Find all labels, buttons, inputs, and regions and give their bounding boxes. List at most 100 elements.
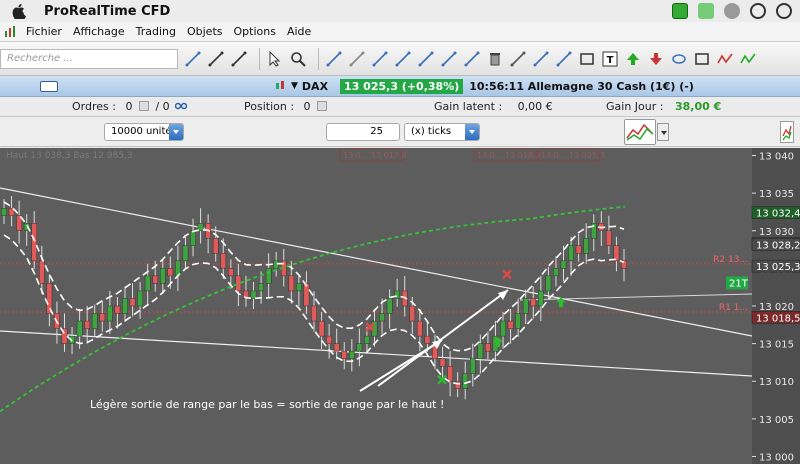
menu-options[interactable]: Options bbox=[234, 25, 276, 38]
faded-value-label: 13 0... 13 012,8 bbox=[343, 151, 407, 160]
svg-text:T: T bbox=[607, 55, 614, 66]
zigzag2-icon[interactable] bbox=[739, 50, 757, 68]
candle-down bbox=[99, 313, 106, 322]
candle-up bbox=[462, 373, 469, 389]
magnify-icon[interactable] bbox=[289, 50, 307, 68]
channel-icon[interactable] bbox=[463, 50, 481, 68]
menu-trading[interactable]: Trading bbox=[136, 25, 176, 38]
creative-cloud-icon[interactable] bbox=[724, 3, 740, 19]
hand-icon[interactable] bbox=[230, 50, 248, 68]
candle-up bbox=[356, 343, 363, 352]
price-chart[interactable]: R2 13... R1 1... 13 040 13 035 13 030 13 025… bbox=[0, 148, 800, 464]
chart-svg[interactable]: R2 13... R1 1... 13 040 13 035 13 030 13 025… bbox=[0, 148, 800, 464]
keyboard-icon[interactable] bbox=[40, 80, 58, 92]
candle-up bbox=[76, 320, 83, 337]
link-icon[interactable] bbox=[174, 101, 188, 111]
candle-down bbox=[439, 358, 446, 367]
candle-down bbox=[424, 335, 431, 344]
chart-type-dropdown-icon[interactable] bbox=[657, 123, 669, 141]
candle-down bbox=[318, 320, 325, 337]
candle-up bbox=[522, 298, 529, 314]
candle-down bbox=[507, 320, 514, 329]
candle-up bbox=[137, 290, 143, 307]
candle-down bbox=[114, 305, 121, 314]
position-label: Position : bbox=[244, 100, 295, 113]
dropdown-arrow-icon: ▼ bbox=[291, 81, 298, 91]
position-box-icon[interactable] bbox=[317, 101, 328, 111]
candle-down bbox=[530, 298, 537, 307]
candle-up bbox=[553, 268, 559, 277]
ticker-bar: ▼ DAX 13 025,3 (+0,38%) 10:56:11 Allemag… bbox=[0, 76, 800, 97]
apple-icon[interactable] bbox=[12, 3, 26, 19]
candle-up bbox=[349, 350, 355, 359]
candle-down bbox=[311, 305, 317, 322]
candle-up bbox=[379, 313, 385, 322]
prorealtime-logo-icon bbox=[4, 25, 18, 39]
units-dropdown-icon[interactable] bbox=[169, 124, 183, 140]
menu-aide[interactable]: Aide bbox=[287, 25, 311, 38]
ticks-unit-dropdown-icon[interactable] bbox=[465, 124, 479, 140]
gain-jour-value: 38,00 € bbox=[674, 100, 722, 113]
ticks-value: 25 bbox=[370, 126, 383, 137]
chart-type-button[interactable] bbox=[624, 119, 656, 145]
candle-up bbox=[144, 275, 151, 292]
halfline-icon[interactable] bbox=[417, 50, 435, 68]
y-tick-label: 13 030 bbox=[759, 227, 794, 238]
zigzag-icon[interactable] bbox=[716, 50, 734, 68]
search-input[interactable]: Recherche ... bbox=[0, 48, 178, 69]
evernote-icon[interactable] bbox=[698, 3, 714, 19]
faded-value-label: 13 0... 13 018,3 bbox=[477, 151, 541, 160]
candle-down bbox=[84, 320, 90, 329]
cycle-icon[interactable] bbox=[670, 50, 688, 68]
arrow-down-icon[interactable] bbox=[647, 50, 665, 68]
menu-affichage[interactable]: Affichage bbox=[73, 25, 125, 38]
app-name[interactable]: ProRealTime CFD bbox=[44, 4, 170, 19]
box-icon[interactable] bbox=[693, 50, 711, 68]
candle-down bbox=[235, 275, 242, 292]
candle-up bbox=[258, 283, 264, 292]
timer-label: 21T bbox=[729, 278, 749, 289]
rectangle-icon[interactable] bbox=[578, 50, 596, 68]
chart-settings-icon[interactable] bbox=[780, 121, 794, 143]
toolbar-separator bbox=[318, 47, 319, 70]
units-select[interactable]: 10000 unités bbox=[104, 123, 184, 141]
chart-annotation-text: Légère sortie de range par le bas = sort… bbox=[90, 398, 444, 411]
line-icon[interactable] bbox=[394, 50, 412, 68]
hammer-icon[interactable] bbox=[509, 50, 527, 68]
app-status-icon[interactable] bbox=[672, 3, 688, 19]
price-tag-label: 13 028,2 bbox=[756, 240, 800, 251]
app-menu-bar: Fichier Affichage Trading Objets Options… bbox=[0, 22, 800, 42]
instrument-selector[interactable]: ▼ DAX bbox=[274, 80, 328, 93]
circle-icon[interactable] bbox=[750, 3, 766, 19]
ordres-box-icon[interactable] bbox=[138, 101, 149, 111]
menu-fichier[interactable]: Fichier bbox=[26, 25, 62, 38]
chart-search-icon[interactable] bbox=[184, 50, 202, 68]
position-value: 0 bbox=[303, 100, 311, 113]
chart-header-faded: Haut 13 038,3 Bas 12 985,3 bbox=[6, 151, 133, 161]
trash-icon[interactable] bbox=[486, 50, 504, 68]
arrow-up-icon[interactable] bbox=[624, 50, 642, 68]
candle-down bbox=[409, 305, 416, 322]
fork-icon[interactable] bbox=[555, 50, 573, 68]
instrument-description: 10:56:11 Allemagne 30 Cash (1€) (-) bbox=[469, 79, 694, 93]
time-machine-icon[interactable] bbox=[776, 3, 792, 19]
candle-up bbox=[568, 245, 574, 262]
gain-jour-label: Gain Jour : bbox=[606, 100, 664, 113]
text-icon[interactable]: T bbox=[601, 50, 619, 68]
measure-icon[interactable] bbox=[348, 50, 366, 68]
draw-line-icon[interactable] bbox=[325, 50, 343, 68]
ordres-value: 0 bbox=[125, 100, 133, 113]
gain-latent-value: 0,00 € bbox=[517, 100, 553, 113]
gain-latent-label: Gain latent : bbox=[434, 100, 503, 113]
cross-icon[interactable] bbox=[532, 50, 550, 68]
candle-down bbox=[288, 275, 295, 292]
ticks-input[interactable]: 25 bbox=[326, 123, 400, 141]
gain-latent-field: Gain latent : 0,00 € bbox=[434, 100, 553, 113]
gain-jour-field: Gain Jour : 38,00 € bbox=[606, 100, 721, 113]
fib-icon[interactable] bbox=[440, 50, 458, 68]
ticks-unit-select[interactable]: (x) ticks bbox=[404, 123, 480, 141]
zoom-icon[interactable] bbox=[207, 50, 225, 68]
cursor-icon[interactable] bbox=[266, 50, 284, 68]
menu-objets[interactable]: Objets bbox=[187, 25, 223, 38]
segment-icon[interactable] bbox=[371, 50, 389, 68]
